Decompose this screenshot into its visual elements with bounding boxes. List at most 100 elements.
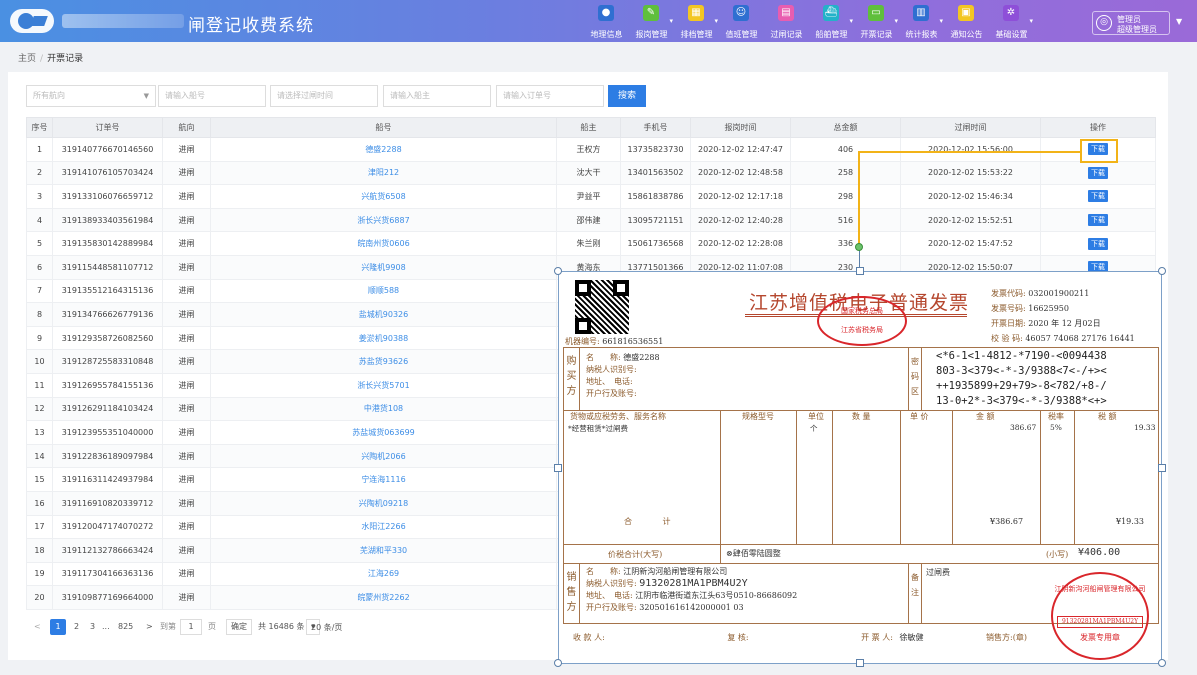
table-cell: 319120047174070272 <box>52 514 163 540</box>
cipher-line: 803-3<379<-*-3/9388<7<-/+>< <box>936 365 1107 377</box>
pager-goto-input[interactable]: 1 <box>180 619 202 635</box>
table-cell[interactable]: 芜湖和平330 <box>210 538 557 563</box>
route-select[interactable]: 所有航向 ▼ <box>26 85 156 107</box>
item-name: *经营租赁*过闸费 <box>568 424 628 433</box>
nav-item-5[interactable]: ▤ 过闸记录 <box>764 0 809 42</box>
download-button[interactable]: 下载 <box>1088 214 1108 227</box>
seller-tax-label: 纳税人识别号: <box>586 579 637 588</box>
chevron-down-icon: ▾ <box>849 17 853 25</box>
table-cell[interactable]: 苏盐货93626 <box>210 349 557 374</box>
table-cell[interactable]: 江海269 <box>210 561 557 587</box>
pass-time-picker[interactable]: 请选择过闸时间 <box>270 85 378 107</box>
issuer-label: 开 票 人: <box>861 633 893 642</box>
table-cell[interactable]: 兴隆机9908 <box>210 254 557 280</box>
resize-handle-l[interactable] <box>554 464 562 472</box>
circle-x-icon: ⊗ <box>726 549 733 558</box>
table-cell[interactable]: 浙长兴货5701 <box>210 372 557 398</box>
user-menu-caret-icon[interactable]: ▼ <box>1176 17 1182 26</box>
resize-handle-bl[interactable] <box>554 659 562 667</box>
pager-size-select[interactable]: 20 条/页 ▾ <box>306 619 342 635</box>
nav-item-1[interactable]: ● 地理信息 <box>584 0 629 42</box>
table-cell[interactable]: 苏盐城货063699 <box>210 420 557 445</box>
table-cell[interactable]: 姜淤机90388 <box>210 325 557 351</box>
table-cell: 进闸 <box>162 514 211 540</box>
column-header: 手机号 <box>620 117 691 138</box>
table-cell[interactable]: 津阳212 <box>210 160 557 186</box>
table-cell[interactable]: 中港货108 <box>210 396 557 422</box>
table-cell[interactable]: 浙长兴货6887 <box>210 207 557 233</box>
nav-item-9[interactable]: ▣ 通知公告 <box>944 0 989 42</box>
seal-company: 江阴新沟河船闸管理有限公司 <box>1054 585 1146 593</box>
nav-item-label: 开票记录 <box>860 30 893 39</box>
table-cell: 进闸 <box>162 420 211 445</box>
table-cell[interactable]: 水阳江2266 <box>210 514 557 540</box>
sum-small-label: (小写) <box>1046 550 1069 559</box>
table-cell: 13 <box>26 420 53 445</box>
download-button[interactable]: 下载 <box>1088 166 1108 179</box>
pager-page-3[interactable]: 3 <box>90 619 95 635</box>
invoice-preview[interactable]: 江苏增值税电子普通发票 国家税务总局 江苏省税务局 发票代码: 03200190… <box>554 267 1166 667</box>
breadcrumb-home[interactable]: 主页 <box>18 54 36 64</box>
pager-size-value: 20 条/页 <box>311 623 343 632</box>
nav-item-3[interactable]: ▦ 排档管理 ▾ <box>674 0 719 42</box>
resize-handle-br[interactable] <box>1158 659 1166 667</box>
download-button[interactable]: 下载 <box>1088 190 1108 203</box>
ship-no-input[interactable]: 请输入船号 <box>158 85 266 107</box>
download-button[interactable]: 下载 <box>1088 237 1108 250</box>
pager-page-2[interactable]: 2 <box>74 619 79 635</box>
table-cell[interactable]: 兴航货6508 <box>210 184 557 209</box>
ship-no-placeholder: 请输入船号 <box>165 91 205 100</box>
table-cell[interactable]: 兴陶机09218 <box>210 490 557 516</box>
table-cell: 2020-12-02 15:56:00 <box>900 137 1041 162</box>
table-cell[interactable]: 德盛2288 <box>210 137 557 162</box>
owner-input[interactable]: 请输入船主 <box>383 85 491 107</box>
resize-handle-r[interactable] <box>1158 464 1166 472</box>
item-header-rate: 税率 <box>1048 412 1064 421</box>
column-header: 操作 <box>1040 117 1156 138</box>
nav-item-10[interactable]: ✲ 基础设置 ▾ <box>989 0 1034 42</box>
table-cell[interactable]: 顺顺588 <box>210 278 557 304</box>
nav-item-4[interactable]: ☺ 值班管理 <box>719 0 764 42</box>
table-cell: 319116311424937984 <box>52 467 163 492</box>
seal-purpose: 发票专用章 <box>1080 633 1120 642</box>
invoice-date: 2020 年 12 月02日 <box>1028 319 1101 328</box>
pager-prev-button[interactable]: < <box>34 619 41 635</box>
route-select-placeholder: 所有航向 <box>33 91 65 100</box>
nav-item-8[interactable]: ▥ 统计报表 ▾ <box>899 0 944 42</box>
total-amount: ¥386.67 <box>990 517 1024 526</box>
receipt-icon: ▭ <box>868 5 884 21</box>
seller-bank: 320501616142000001 03 <box>639 603 744 612</box>
pager-page-825[interactable]: 825 <box>118 619 133 635</box>
table-cell: 沈大干 <box>556 160 621 186</box>
table-cell[interactable]: 兴陶机2066 <box>210 443 557 469</box>
table-cell[interactable]: 皖蒙州货2262 <box>210 585 557 610</box>
search-button[interactable]: 搜索 <box>608 85 646 107</box>
nav-item-6[interactable]: ⛴ 船舶管理 ▾ <box>809 0 854 42</box>
pager-next-button[interactable]: > <box>146 619 153 635</box>
table-cell: 2020-12-02 12:40:28 <box>690 207 791 233</box>
pager-page-1[interactable]: 1 <box>50 619 66 635</box>
user-menu[interactable]: ◎ 管理员 超级管理员 <box>1092 11 1170 35</box>
table-cell[interactable]: 皖南州货0606 <box>210 231 557 256</box>
resize-handle-t[interactable] <box>856 267 864 275</box>
nav-item-2[interactable]: ✎ 报岗管理 ▾ <box>629 0 674 42</box>
table-cell: 14 <box>26 443 53 469</box>
resize-handle-b[interactable] <box>856 659 864 667</box>
order-no-input[interactable]: 请输入订单号 <box>496 85 604 107</box>
resize-handle-tr[interactable] <box>1158 267 1166 275</box>
table-cell: 进闸 <box>162 160 211 186</box>
table-cell[interactable]: 盐城机90326 <box>210 302 557 327</box>
table-cell: 进闸 <box>162 490 211 516</box>
logo-icon <box>10 9 54 33</box>
invoice-code: 032001900211 <box>1028 289 1090 298</box>
pager-confirm-button[interactable]: 确定 <box>226 619 252 635</box>
nav-item-7[interactable]: ▭ 开票记录 ▾ <box>854 0 899 42</box>
item-amount: 386.67 <box>1010 423 1037 432</box>
buyer-tax-label: 纳税人识别号: <box>586 365 637 374</box>
resize-handle-tl[interactable] <box>554 267 562 275</box>
rotate-handle[interactable] <box>855 243 863 251</box>
sum-upper-text: 肆佰零陆圆整 <box>732 549 781 558</box>
table-cell[interactable]: 宁连海1116 <box>210 467 557 492</box>
column-header: 船号 <box>210 117 557 138</box>
column-header: 总金额 <box>790 117 901 138</box>
